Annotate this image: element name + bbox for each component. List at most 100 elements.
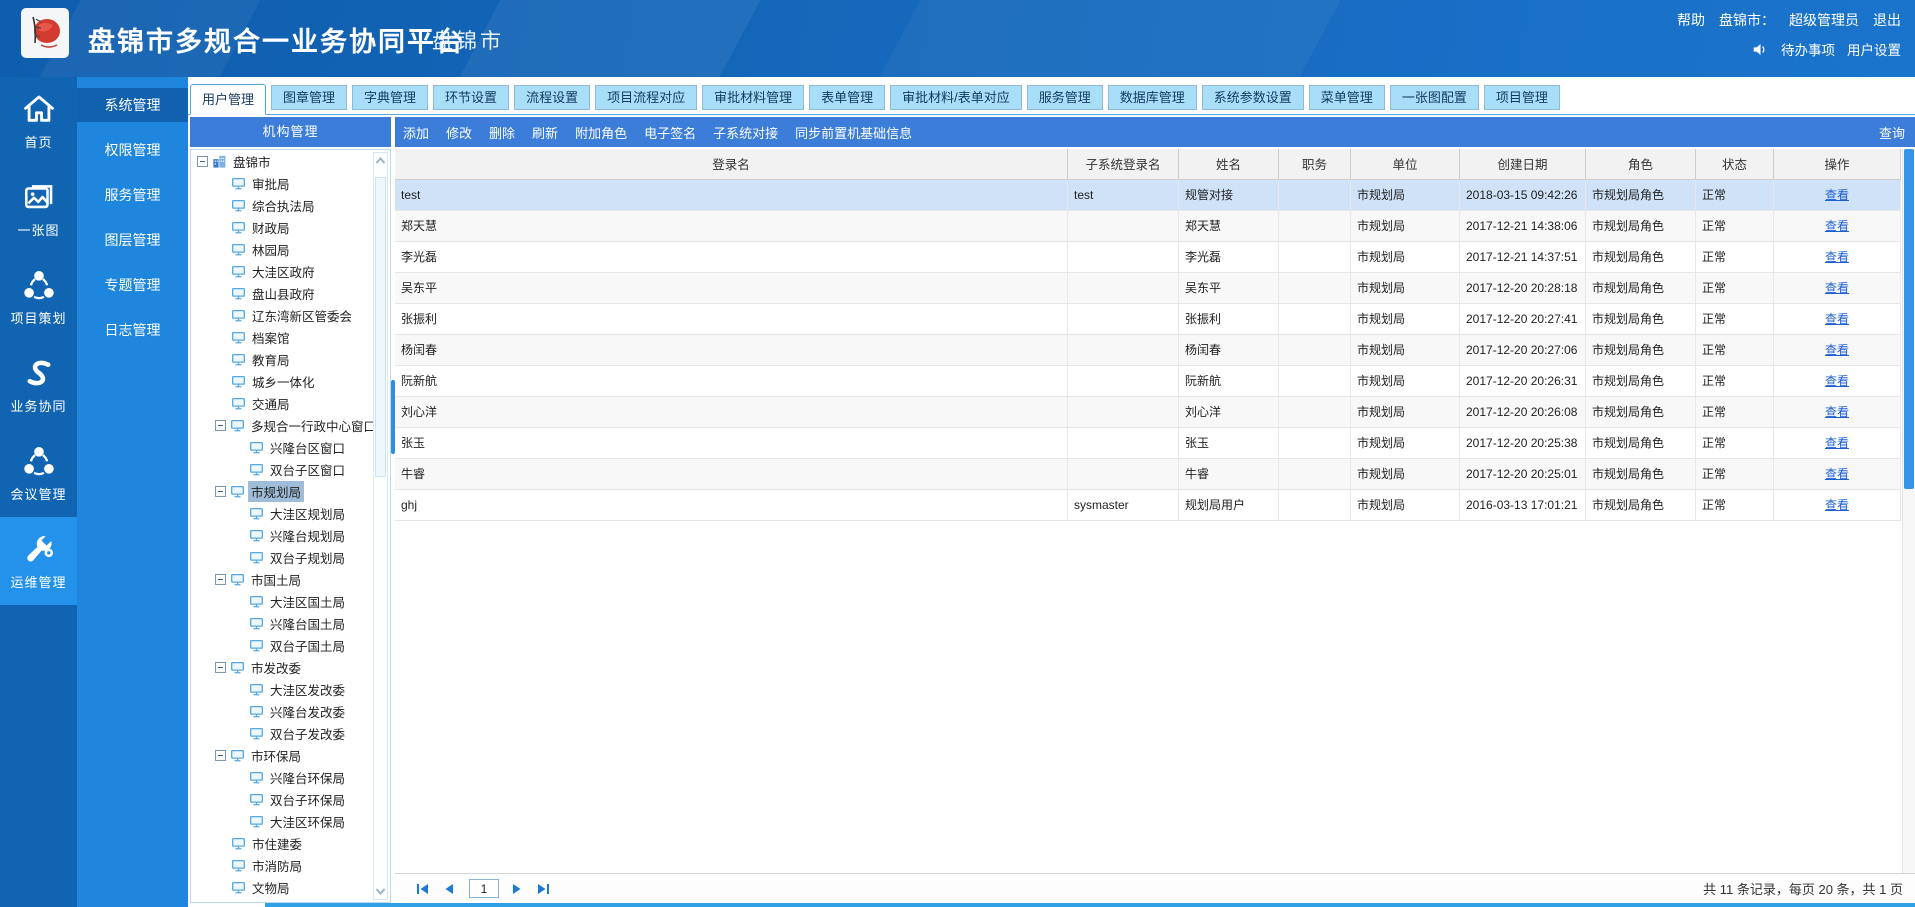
tree-item[interactable]: 双台子国土局 (191, 634, 390, 656)
sidebar-item-meeting[interactable]: 会议管理 (0, 429, 77, 517)
first-page-button[interactable] (413, 880, 433, 898)
tab[interactable]: 一张图配置 (1389, 85, 1479, 110)
toolbar-button[interactable]: 刷新 (532, 123, 558, 142)
tree-item[interactable]: 兴隆台国土局 (191, 612, 390, 634)
table-row[interactable]: 杨闰春 杨闰春 市规划局 2017-12-20 20:27:06 市规划局角色 正常 查看 (395, 334, 1901, 366)
tree-item[interactable]: 大洼区国土局 (191, 590, 390, 612)
menu-item[interactable]: 权限管理 (77, 133, 188, 167)
current-user[interactable]: 超级管理员 (1789, 10, 1859, 30)
view-link[interactable]: 查看 (1825, 436, 1849, 450)
tree-item[interactable]: 大洼区发改委 (191, 678, 390, 700)
view-link[interactable]: 查看 (1825, 281, 1849, 295)
tree-expander-icon[interactable] (215, 573, 226, 585)
tree-item[interactable]: 多规合一行政中心窗口 (191, 414, 390, 436)
sidebar-item-home[interactable]: 首页 (0, 77, 77, 165)
tree-item[interactable]: 财政局 (191, 216, 390, 238)
tree-expander-icon[interactable] (215, 749, 226, 761)
column-header-action[interactable]: 操作 (1773, 149, 1901, 180)
next-page-button[interactable] (507, 880, 527, 898)
tree-item[interactable]: 兴隆台规划局 (191, 524, 390, 546)
sidebar-item-onemap[interactable]: 一张图 (0, 165, 77, 253)
tree-item[interactable]: 市国土局 (191, 568, 390, 590)
tree-item[interactable]: 双台子发改委 (191, 722, 390, 744)
view-link[interactable]: 查看 (1825, 405, 1849, 419)
tab[interactable]: 字典管理 (352, 85, 429, 110)
tree-item[interactable]: 文物局 (191, 876, 390, 898)
tree-item[interactable]: 城乡一体化 (191, 370, 390, 392)
tree-scrollbar[interactable] (373, 152, 388, 900)
table-scroll-thumb[interactable] (1904, 149, 1914, 490)
tree-item[interactable]: 市发改委 (191, 656, 390, 678)
tab[interactable]: 表单管理 (809, 85, 886, 110)
tree-item[interactable]: 兴隆台发改委 (191, 700, 390, 722)
tree-item[interactable]: 双台子规划局 (191, 546, 390, 568)
view-link[interactable]: 查看 (1825, 374, 1849, 388)
tree-item[interactable]: 市规划局 (191, 480, 390, 502)
toolbar-button[interactable]: 删除 (489, 123, 515, 142)
column-header-created[interactable]: 创建日期 (1459, 149, 1586, 180)
tree-item[interactable]: 兴隆台区窗口 (191, 436, 390, 458)
toolbar-button[interactable]: 同步前置机基础信息 (795, 123, 912, 142)
tab[interactable]: 数据库管理 (1107, 85, 1197, 110)
tab[interactable]: 项目流程对应 (595, 85, 698, 110)
table-row[interactable]: ghj sysmaster 规划局用户 市规划局 2016-03-13 17:01:21… (395, 489, 1901, 521)
column-header-role[interactable]: 角色 (1585, 149, 1696, 180)
tab[interactable]: 环节设置 (433, 85, 510, 110)
sidebar-item-collab[interactable]: 业务协同 (0, 341, 77, 429)
column-header-name[interactable]: 姓名 (1178, 149, 1279, 180)
user-settings-link[interactable]: 用户设置 (1847, 39, 1901, 59)
toolbar-button[interactable]: 子系统对接 (713, 123, 778, 142)
tree-item[interactable]: 审批局 (191, 172, 390, 194)
column-header-sub_login[interactable]: 子系统登录名 (1067, 149, 1179, 180)
tab[interactable]: 菜单管理 (1308, 85, 1385, 110)
menu-item[interactable]: 服务管理 (77, 178, 188, 212)
tab[interactable]: 服务管理 (1026, 85, 1103, 110)
tree-item[interactable]: 市住建委 (191, 832, 390, 854)
toolbar-button[interactable]: 附加角色 (575, 123, 627, 142)
tree-expander-icon[interactable] (197, 155, 208, 167)
scroll-up-icon[interactable] (374, 154, 387, 168)
view-link[interactable]: 查看 (1825, 312, 1849, 326)
tab[interactable]: 项目管理 (1483, 85, 1560, 110)
prev-page-button[interactable] (439, 880, 459, 898)
last-page-button[interactable] (533, 880, 553, 898)
table-row[interactable]: 郑天慧 郑天慧 市规划局 2017-12-21 14:38:06 市规划局角色 正常 查看 (395, 210, 1901, 242)
tree-item[interactable]: 双台子区窗口 (191, 458, 390, 480)
tree-item[interactable]: 交通局 (191, 392, 390, 414)
view-link[interactable]: 查看 (1825, 250, 1849, 264)
logout-link[interactable]: 退出 (1873, 10, 1901, 30)
toolbar-button[interactable]: 添加 (403, 123, 429, 142)
tab[interactable]: 审批材料/表单对应 (890, 85, 1022, 110)
view-link[interactable]: 查看 (1825, 467, 1849, 481)
table-row[interactable]: 阮新航 阮新航 市规划局 2017-12-20 20:26:31 市规划局角色 正常 查看 (395, 365, 1901, 397)
tree-item[interactable]: 辽东湾新区管委会 (191, 304, 390, 326)
tab[interactable]: 审批材料管理 (702, 85, 805, 110)
view-link[interactable]: 查看 (1825, 188, 1849, 202)
tree-item[interactable]: 大洼区政府 (191, 260, 390, 282)
tree-item[interactable]: 大洼区规划局 (191, 502, 390, 524)
view-link[interactable]: 查看 (1825, 498, 1849, 512)
tree-item[interactable]: 大洼区环保局 (191, 810, 390, 832)
tree-item[interactable]: 兴隆台环保局 (191, 766, 390, 788)
tree-item[interactable]: 盘山县政府 (191, 282, 390, 304)
tree-expander-icon[interactable] (215, 661, 226, 673)
tree-expander-icon[interactable] (215, 419, 226, 431)
table-scrollbar[interactable] (1902, 149, 1915, 873)
scroll-down-icon[interactable] (374, 884, 387, 898)
tab[interactable]: 图章管理 (271, 85, 348, 110)
page-number-input[interactable] (469, 879, 499, 898)
table-row[interactable]: 刘心洋 刘心洋 市规划局 2017-12-20 20:26:08 市规划局角色 正常 查看 (395, 396, 1901, 428)
view-link[interactable]: 查看 (1825, 219, 1849, 233)
help-link[interactable]: 帮助 (1677, 10, 1705, 30)
sidebar-item-plan[interactable]: 项目策划 (0, 253, 77, 341)
tree-item[interactable]: 林园局 (191, 238, 390, 260)
table-row[interactable]: 李光磊 李光磊 市规划局 2017-12-21 14:37:51 市规划局角色 正常 查看 (395, 241, 1901, 273)
column-header-duty[interactable]: 职务 (1278, 149, 1351, 180)
column-header-unit[interactable]: 单位 (1350, 149, 1460, 180)
table-row[interactable]: 张玉 张玉 市规划局 2017-12-20 20:25:38 市规划局角色 正常 查看 (395, 427, 1901, 459)
todo-link[interactable]: 待办事项 (1781, 39, 1835, 59)
menu-item[interactable]: 专题管理 (77, 268, 188, 302)
tree-item[interactable]: 市消防局 (191, 854, 390, 876)
table-row[interactable]: 吴东平 吴东平 市规划局 2017-12-20 20:28:18 市规划局角色 正常 查看 (395, 272, 1901, 304)
table-row[interactable]: 张振利 张振利 市规划局 2017-12-20 20:27:41 市规划局角色 正常 查看 (395, 303, 1901, 335)
